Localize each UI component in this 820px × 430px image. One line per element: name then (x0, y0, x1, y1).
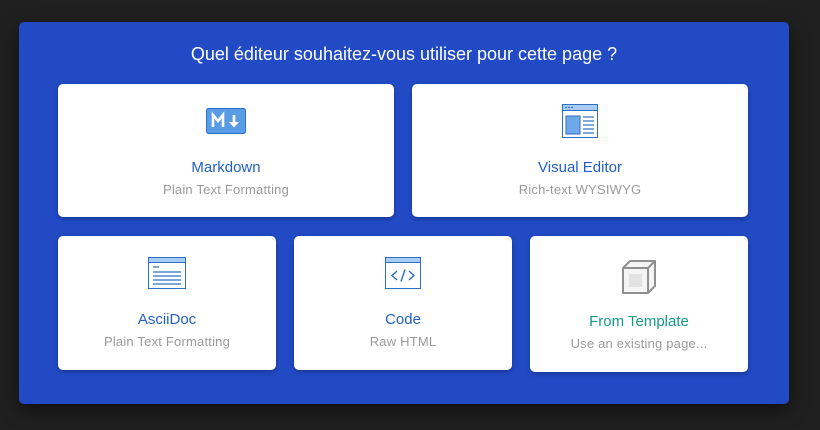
card-subtitle: Use an existing page... (570, 336, 708, 351)
card-subtitle: Plain Text Formatting (103, 334, 231, 349)
card-subtitle: Plain Text Formatting (162, 182, 290, 197)
dialog-title: Quel éditeur souhaitez-vous utiliser pou… (190, 44, 618, 64)
template-cube-icon (621, 259, 657, 295)
asciidoc-icon (148, 257, 186, 289)
markdown-icon (206, 108, 246, 134)
code-editor-card[interactable]: Code Raw HTML (294, 236, 512, 370)
asciidoc-editor-card[interactable]: AsciiDoc Plain Text Formatting (58, 236, 276, 370)
card-title: From Template (589, 313, 689, 330)
markdown-editor-card[interactable]: Markdown Plain Text Formatting (58, 84, 394, 217)
from-template-card[interactable]: From Template Use an existing page... (530, 236, 748, 372)
card-subtitle: Rich-text WYSIWYG (518, 182, 642, 197)
card-title: Visual Editor (538, 159, 622, 176)
visual-editor-icon (562, 104, 598, 138)
card-title: Markdown (191, 159, 261, 176)
visual-editor-card[interactable]: Visual Editor Rich-text WYSIWYG (412, 84, 748, 217)
code-icon (385, 257, 421, 289)
editor-selection-dialog: Quel éditeur souhaitez-vous utiliser pou… (19, 22, 789, 404)
card-title: Code (385, 311, 421, 328)
card-subtitle: Raw HTML (369, 334, 437, 349)
card-title: AsciiDoc (137, 311, 197, 328)
